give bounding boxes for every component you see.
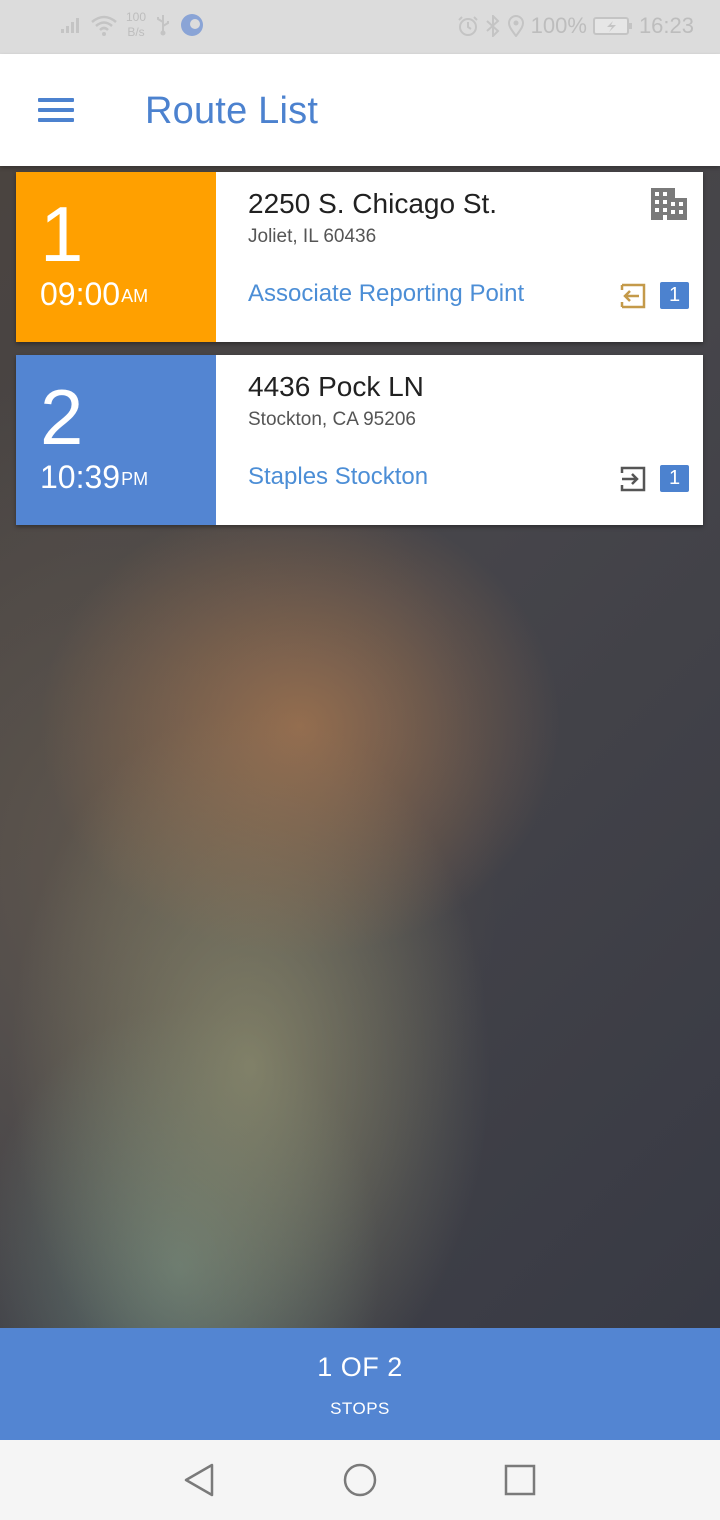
hamburger-menu-icon[interactable] <box>30 88 82 132</box>
app-bar: Route List <box>0 54 720 166</box>
stop-sequence-panel: 2 10:39PM <box>16 355 216 525</box>
stop-address-line2: Stockton, CA 95206 <box>248 409 416 430</box>
stop-address-line1: 4436 Pock LN <box>248 371 424 402</box>
stop-card[interactable]: 2 10:39PM 4436 Pock LN Stockton, CA 9520… <box>16 355 703 525</box>
stop-time: 10:39PM <box>40 459 148 495</box>
stop-sequence-panel: 1 09:00AM <box>16 172 216 342</box>
back-icon[interactable] <box>180 1460 220 1500</box>
battery-percent: 100% <box>530 13 587 38</box>
stop-card[interactable]: 1 09:00AM 2250 S. Chicago St. Joliet, IL… <box>16 172 703 342</box>
system-navigation-bar <box>0 1440 720 1520</box>
battery-charging-icon <box>592 17 632 35</box>
stop-location-link[interactable]: Staples Stockton <box>248 463 428 491</box>
stop-address-line2: Joliet, IL 60436 <box>248 226 377 247</box>
stop-time-period: PM <box>121 469 149 489</box>
arrival-icon[interactable] <box>619 282 647 310</box>
stop-info: 4436 Pock LN Stockton, CA 95206 Staples … <box>216 355 703 525</box>
stops-summary-bar: 1 OF 2 STOPS <box>0 1328 720 1440</box>
building-icon <box>651 188 687 220</box>
stop-address-line1: 2250 S. Chicago St. <box>248 188 498 219</box>
stop-sequence-number: 2 <box>40 373 84 461</box>
wifi-icon <box>91 15 117 36</box>
stop-time: 09:00AM <box>40 276 148 312</box>
stop-sequence-number: 1 <box>40 190 84 278</box>
signal-icon <box>61 18 79 33</box>
network-speed-value: 100 <box>126 10 147 24</box>
stops-count: 1 OF 2 <box>317 1352 403 1382</box>
app-notification-icon <box>181 14 204 36</box>
stop-count-badge: 1 <box>660 282 689 309</box>
network-speed-unit: B/s <box>127 25 145 39</box>
clock: 16:23 <box>638 13 694 38</box>
alarm-icon <box>457 16 478 36</box>
stop-count-badge: 1 <box>660 465 689 492</box>
stop-time-value: 09:00 <box>40 276 121 312</box>
recent-apps-icon[interactable] <box>500 1460 540 1500</box>
stop-time-value: 10:39 <box>40 459 121 495</box>
exit-icon[interactable] <box>619 465 647 493</box>
status-bar: 100 B/s 100% 16:23 <box>0 0 720 54</box>
stop-time-period: AM <box>121 286 149 306</box>
usb-icon <box>157 15 170 36</box>
stop-info: 2250 S. Chicago St. Joliet, IL 60436 Ass… <box>216 172 703 342</box>
location-icon <box>507 15 524 37</box>
bluetooth-icon <box>485 15 500 37</box>
page-title: Route List <box>145 90 319 132</box>
network-speed: 100 B/s <box>126 10 146 40</box>
home-icon[interactable] <box>340 1460 380 1500</box>
stop-location-link[interactable]: Associate Reporting Point <box>248 280 524 308</box>
stops-label: STOPS <box>330 1399 390 1418</box>
